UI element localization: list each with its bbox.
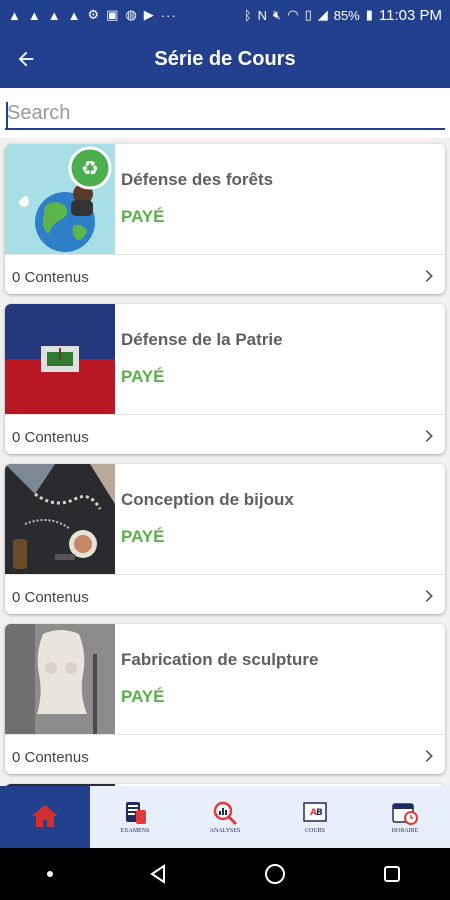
- svg-text:♻: ♻: [81, 156, 99, 180]
- youtube-icon: ▶: [143, 7, 155, 22]
- globe-icon: ◍: [125, 7, 138, 22]
- app-bar: Série de Cours: [0, 30, 450, 88]
- course-card[interactable]: Conception de bijoux PAYÉ 0 Contenus: [5, 464, 445, 614]
- chevron-right-icon[interactable]: [421, 588, 437, 604]
- chevron-right-icon[interactable]: [421, 748, 437, 764]
- divider: [5, 414, 445, 415]
- course-title: Défense des forêts: [121, 170, 274, 189]
- course-thumbnail-sculpture: [5, 624, 115, 734]
- nav-horaire[interactable]: HORAIRE: [360, 786, 450, 848]
- dot-icon: [47, 871, 53, 877]
- course-thumbnail-flag: [5, 304, 115, 414]
- course-card[interactable]: Fabrication de sculpture PAYÉ 0 Contenus: [5, 624, 445, 774]
- course-title: Fabrication de sculpture: [121, 650, 319, 669]
- system-nav-bar: [0, 848, 450, 900]
- status-notifications: ▲ ▲ ▲ ▲ ⚙ ▣ ◍ ▶ ···: [8, 7, 177, 23]
- payment-status: PAYÉ: [121, 367, 165, 386]
- settings-icon: ⚙: [87, 7, 101, 22]
- course-card[interactable]: Défense de la Patrie PAYÉ 0 Contenus: [5, 304, 445, 454]
- exams-icon: [126, 802, 146, 824]
- search-bar: [0, 88, 450, 138]
- search-input[interactable]: [5, 98, 445, 130]
- image-icon: ▣: [106, 7, 120, 22]
- course-icon: A B: [303, 802, 327, 822]
- battery-icon: ▮: [365, 7, 373, 22]
- notification-a-icon: ▲: [47, 7, 62, 23]
- nav-label: ANALYSES: [209, 828, 241, 834]
- nav-label: HORAIRE: [391, 828, 419, 834]
- back-arrow-icon: [18, 51, 34, 67]
- nav-cours[interactable]: A B COURS: [270, 786, 360, 848]
- course-thumbnail-jewelry: [5, 464, 115, 574]
- nfc-icon: N: [257, 7, 268, 23]
- course-card[interactable]: ♻ Défense des forêts PAYÉ 0 Contenus: [5, 144, 445, 294]
- payment-status: PAYÉ: [121, 527, 165, 546]
- course-list[interactable]: ♻ Défense des forêts PAYÉ 0 Contenus Déf…: [0, 138, 450, 786]
- text-cursor: [6, 102, 8, 128]
- payment-status: PAYÉ: [121, 687, 165, 706]
- chevron-right-icon[interactable]: [421, 268, 437, 284]
- divider: [5, 574, 445, 575]
- content-count: 0 Contenus: [12, 749, 89, 766]
- content-count: 0 Contenus: [12, 429, 89, 446]
- signal-icon: ◢: [317, 7, 328, 22]
- payment-status: PAYÉ: [121, 207, 165, 226]
- course-title: Défense de la Patrie: [121, 330, 283, 349]
- course-title: Conception de bijoux: [121, 490, 294, 509]
- divider: [5, 254, 445, 255]
- back-triangle-icon[interactable]: [147, 863, 169, 885]
- status-time: 11:03 PM: [378, 6, 442, 24]
- home-icon: [32, 805, 58, 827]
- sim-icon: ▯: [304, 7, 312, 22]
- content-count: 0 Contenus: [12, 589, 89, 606]
- bottom-nav: EXAMENS ANALYSES A B COURS HORAIRE: [0, 786, 450, 848]
- page-title: Série de Cours: [154, 47, 296, 70]
- nav-label: EXAMENS: [120, 828, 150, 834]
- back-button[interactable]: [6, 39, 46, 79]
- home-circle-icon[interactable]: [263, 862, 287, 886]
- chevron-right-icon[interactable]: [421, 428, 437, 444]
- wifi-icon: ◠: [287, 7, 299, 22]
- svg-text:B: B: [316, 808, 323, 818]
- nav-analyses[interactable]: ANALYSES: [180, 786, 270, 848]
- calendar-icon: [392, 803, 418, 825]
- content-count: 0 Contenus: [12, 269, 89, 286]
- notification-a-icon: ▲: [67, 7, 82, 23]
- course-thumbnail-earth: ♻: [5, 144, 115, 254]
- mute-icon: 🔇︎: [273, 7, 282, 22]
- divider: [5, 734, 445, 735]
- nav-label: COURS: [304, 828, 325, 834]
- status-system: ᛒ N 🔇︎ ◠ ▯ ◢ 85% ▮ 11:03 PM: [244, 7, 442, 24]
- battery-percent: 85%: [333, 7, 360, 23]
- notification-a-icon: ▲: [27, 7, 42, 23]
- analysis-icon: [213, 801, 238, 826]
- recents-square-icon[interactable]: [381, 863, 403, 885]
- notification-a-icon: ▲: [8, 7, 22, 23]
- bluetooth-icon: ᛒ: [243, 7, 252, 23]
- status-bar: ▲ ▲ ▲ ▲ ⚙ ▣ ◍ ▶ ··· ᛒ N 🔇︎ ◠ ▯ ◢ 85% ▮ 1…: [0, 0, 450, 30]
- more-icon: ···: [160, 7, 177, 23]
- nav-home[interactable]: [0, 786, 90, 848]
- nav-exams[interactable]: EXAMENS: [90, 786, 180, 848]
